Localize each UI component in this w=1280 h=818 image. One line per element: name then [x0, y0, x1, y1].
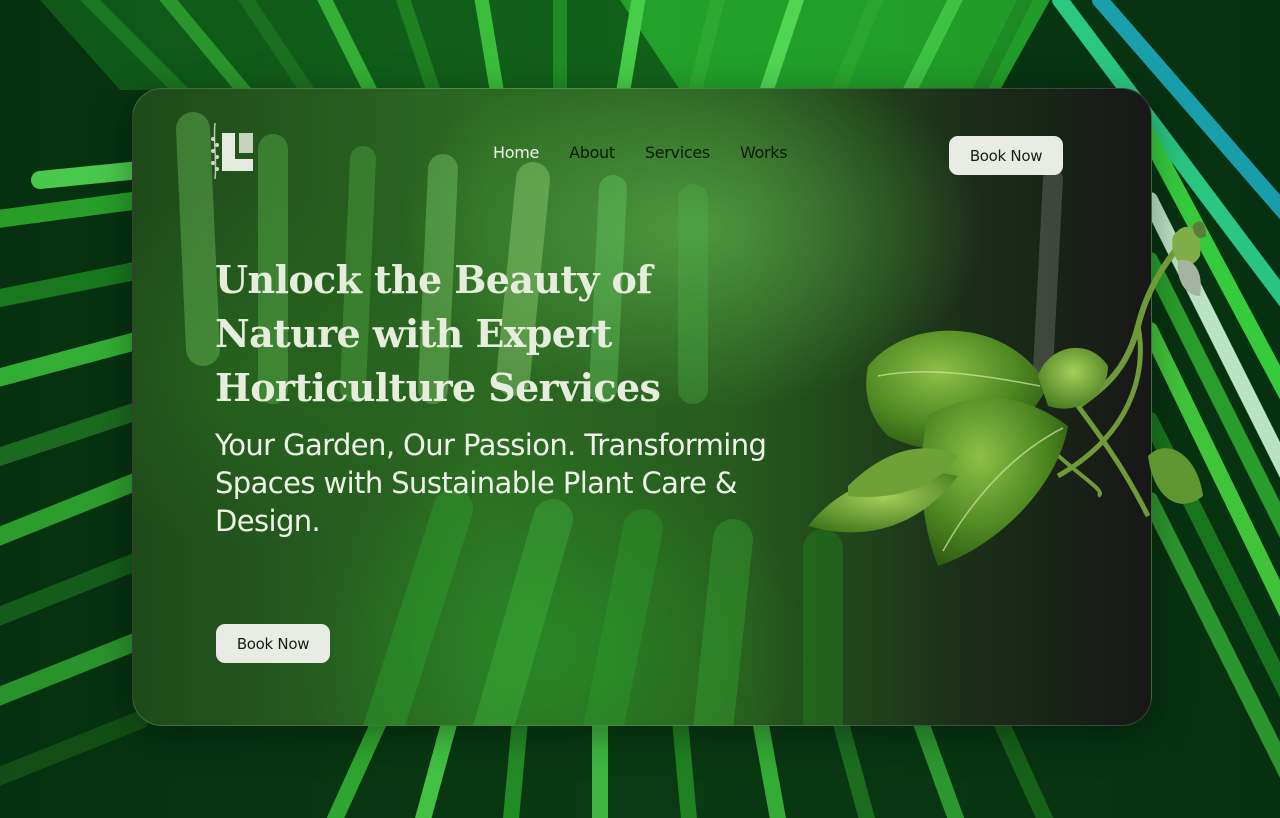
- nav-services[interactable]: Services: [645, 143, 710, 162]
- hero-book-now-button[interactable]: Book Now: [216, 624, 330, 663]
- nav-works[interactable]: Works: [740, 143, 788, 162]
- hero-headline: Unlock the Beauty of Nature with Expert …: [215, 257, 661, 410]
- leaf-logo-icon: [211, 122, 253, 180]
- main-nav: Home About Services Works: [493, 143, 788, 162]
- hero-subheadline: Your Garden, Our Passion. Transforming S…: [215, 428, 767, 538]
- pothos-plant-image: [808, 221, 1206, 566]
- nav-about[interactable]: About: [569, 143, 615, 162]
- header-book-now-button[interactable]: Book Now: [949, 136, 1063, 175]
- nav-home[interactable]: Home: [493, 143, 539, 162]
